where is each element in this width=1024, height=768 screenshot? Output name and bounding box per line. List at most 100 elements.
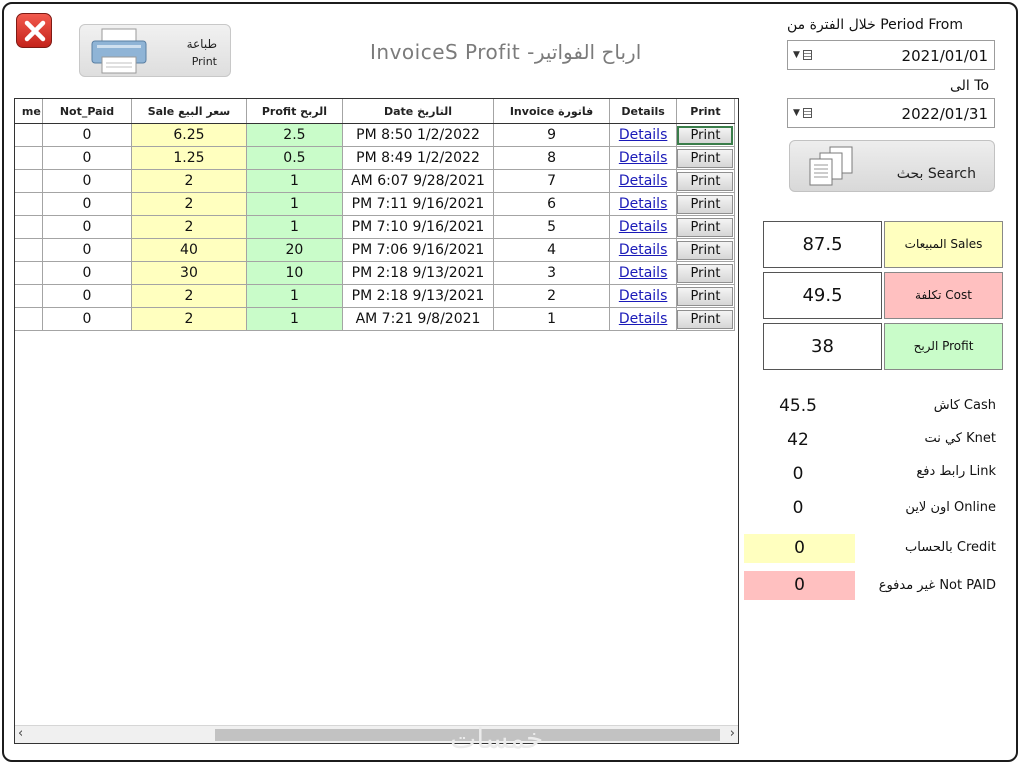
print-label-ar: طباعة	[186, 37, 217, 51]
cell-date: PM 7:10 9/16/2021	[342, 215, 494, 239]
cell-profit: 1	[245, 307, 344, 331]
col-header-partial[interactable]: me	[15, 99, 43, 124]
table-row[interactable]: 0 2 1 PM 7:10 9/16/2021 5 Details Print	[15, 215, 736, 239]
cell-profit: 10	[245, 261, 344, 285]
cell-not-paid: 0	[41, 215, 133, 239]
cell-date: PM 7:06 9/16/2021	[342, 238, 494, 262]
col-header-date[interactable]: Date التاريخ	[342, 99, 494, 124]
cell-sale: 1.25	[131, 146, 247, 170]
row-print-button[interactable]: Print	[677, 148, 734, 168]
cell-sale: 30	[131, 261, 247, 285]
row-print-button[interactable]: Print	[677, 240, 734, 260]
cell-not-paid: 0	[41, 261, 133, 285]
period-from-value: 2021/01/01	[901, 47, 988, 65]
cell-profit: 1	[245, 284, 344, 308]
row-print-button[interactable]: Print	[677, 194, 734, 214]
cell-profit: 1	[245, 192, 344, 216]
details-link[interactable]: Details	[619, 173, 668, 189]
cell-not-paid: 0	[41, 238, 133, 262]
cost-total-value: 49.5	[763, 272, 882, 319]
print-report-button[interactable]: طباعة Print	[79, 24, 231, 77]
sales-label: المبيعات Sales	[884, 221, 1003, 268]
close-button[interactable]	[16, 13, 52, 48]
horizontal-scrollbar[interactable]: ‹ ›	[15, 725, 738, 743]
cell-details: Details	[609, 146, 677, 170]
row-print-button[interactable]: Print	[677, 125, 734, 145]
cell-sale: 2	[131, 307, 247, 331]
cell-invoice: 6	[492, 192, 611, 216]
cell-date: PM 2:18 9/13/2021	[342, 261, 494, 285]
calendar-icon[interactable]	[803, 108, 812, 118]
cell-date: PM 2:18 9/13/2021	[342, 284, 494, 308]
chevron-down-icon[interactable]: ▼	[793, 50, 800, 60]
details-link[interactable]: Details	[619, 219, 668, 235]
table-row[interactable]: 0 6.25 2.5 PM 8:50 1/2/2022 9 Details Print	[15, 123, 736, 147]
period-from-date-picker[interactable]: ▼ 2021/01/01	[787, 40, 995, 70]
cell-partial	[15, 284, 43, 308]
invoice-table: me Not_Paid Sale سعر البيع Profit الربح …	[15, 99, 736, 331]
printer-icon	[91, 28, 147, 74]
scroll-right-icon[interactable]: ›	[730, 726, 735, 741]
details-link[interactable]: Details	[619, 242, 668, 258]
cell-invoice: 9	[492, 123, 611, 147]
details-link[interactable]: Details	[619, 288, 668, 304]
cell-print: Print	[675, 146, 736, 170]
table-row[interactable]: 0 2 1 PM 2:18 9/13/2021 2 Details Print	[15, 284, 736, 308]
profit-label: الربح Profit	[884, 323, 1003, 370]
cell-details: Details	[609, 307, 677, 331]
cell-sale: 2	[131, 192, 247, 216]
cash-label: كاش Cash	[933, 398, 996, 413]
cell-sale: 6.25	[131, 123, 247, 147]
cell-print: Print	[675, 261, 736, 285]
cell-not-paid: 0	[41, 123, 133, 147]
cell-invoice: 8	[492, 146, 611, 170]
cell-not-paid: 0	[41, 307, 133, 331]
cost-label: تكلفة Cost	[884, 272, 1003, 319]
cell-partial	[15, 146, 43, 170]
table-row[interactable]: 0 2 1 AM 7:21 9/8/2021 1 Details Print	[15, 307, 736, 331]
row-print-button[interactable]: Print	[677, 263, 734, 283]
scroll-left-icon[interactable]: ‹	[18, 726, 23, 741]
col-header-not-paid[interactable]: Not_Paid	[42, 99, 133, 124]
cell-invoice: 2	[492, 284, 611, 308]
table-row[interactable]: 0 2 1 AM 6:07 9/28/2021 7 Details Print	[15, 169, 736, 193]
table-row[interactable]: 0 1.25 0.5 PM 8:49 1/2/2022 8 Details Print	[15, 146, 736, 170]
row-print-button[interactable]: Print	[677, 286, 734, 306]
chevron-down-icon[interactable]: ▼	[793, 108, 800, 118]
cash-value: 45.5	[779, 396, 817, 416]
details-link[interactable]: Details	[619, 196, 668, 212]
cell-partial	[15, 215, 43, 239]
details-link[interactable]: Details	[619, 311, 668, 327]
cell-partial	[15, 261, 43, 285]
details-link[interactable]: Details	[619, 150, 668, 166]
cell-print: Print	[675, 215, 736, 239]
col-header-invoice[interactable]: Invoice فاتورة	[493, 99, 611, 124]
table-row[interactable]: 0 30 10 PM 2:18 9/13/2021 3 Details Print	[15, 261, 736, 285]
details-link[interactable]: Details	[619, 127, 668, 143]
cell-print: Print	[675, 169, 736, 193]
period-to-date-picker[interactable]: ▼ 2022/01/31	[787, 98, 995, 128]
table-row[interactable]: 0 40 20 PM 7:06 9/16/2021 4 Details Print	[15, 238, 736, 262]
table-row[interactable]: 0 2 1 PM 7:11 9/16/2021 6 Details Print	[15, 192, 736, 216]
close-icon	[24, 20, 46, 42]
row-print-button[interactable]: Print	[677, 309, 734, 329]
cell-details: Details	[609, 238, 677, 262]
row-print-button[interactable]: Print	[677, 217, 734, 237]
cell-invoice: 5	[492, 215, 611, 239]
col-header-print[interactable]: Print	[676, 99, 736, 124]
cell-sale: 2	[131, 215, 247, 239]
cell-sale: 2	[131, 284, 247, 308]
calendar-icon[interactable]	[803, 50, 812, 60]
documents-icon	[809, 146, 853, 186]
cell-profit: 1	[245, 215, 344, 239]
period-to-label: الى To	[950, 78, 990, 94]
page-title: InvoiceS Profit -ارباح الفواتير	[370, 40, 642, 64]
cell-print: Print	[675, 238, 736, 262]
col-header-details[interactable]: Details	[609, 99, 677, 124]
search-button[interactable]: بحث Search	[789, 140, 995, 192]
cell-profit: 1	[245, 169, 344, 193]
row-print-button[interactable]: Print	[677, 171, 734, 191]
col-header-sale[interactable]: Sale سعر البيع	[131, 99, 247, 124]
col-header-profit[interactable]: Profit الربح	[246, 99, 344, 124]
details-link[interactable]: Details	[619, 265, 668, 281]
